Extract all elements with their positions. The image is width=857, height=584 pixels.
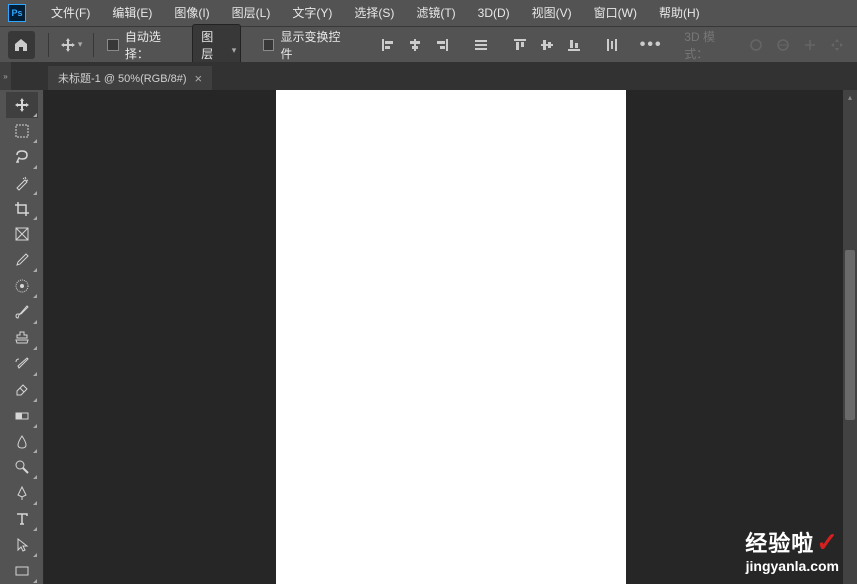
vertical-scrollbar[interactable]: ▴ [843,90,857,584]
layer-dropdown[interactable]: 图层 [192,24,241,66]
options-bar: ▾ 自动选择： 图层 显示变换控件 ••• 3D 模式： [0,26,857,62]
workspace: ▴ [0,90,857,584]
roll-icon [776,38,790,52]
slide-icon [830,38,844,52]
align-bottom-button[interactable] [562,33,585,57]
gradient-tool[interactable] [6,403,38,429]
current-tool-indicator[interactable]: ▾ [56,37,87,53]
tool-bar [0,90,44,584]
auto-select-checkbox[interactable]: 自动选择： [101,28,188,62]
menu-3d[interactable]: 3D(D) [467,0,521,26]
3d-slide-button [826,33,849,57]
show-transform-checkbox[interactable]: 显示变换控件 [257,28,355,62]
scroll-up-button[interactable]: ▴ [843,90,857,104]
ellipsis-icon: ••• [640,36,663,54]
checkbox-box [107,39,119,51]
3d-roll-button [772,33,795,57]
type-tool[interactable] [6,506,38,532]
3d-orbit-button [745,33,768,57]
home-icon [13,37,29,53]
brush-tool[interactable] [6,299,38,325]
document-canvas[interactable] [276,90,626,584]
rectangle-tool[interactable] [6,558,38,584]
align-center-h-button[interactable] [404,33,427,57]
eraser-tool[interactable] [6,377,38,403]
pan-icon [803,38,817,52]
magic-wand-tool[interactable] [6,170,38,196]
menu-layer[interactable]: 图层(L) [221,0,282,26]
distribute-icon [474,38,488,52]
menu-select[interactable]: 选择(S) [343,0,405,26]
blur-tool[interactable] [6,429,38,455]
align-center-h-icon [408,38,422,52]
frame-tool[interactable] [6,221,38,247]
crop-tool[interactable] [6,196,38,222]
menu-edit[interactable]: 编辑(E) [101,0,163,26]
canvas-area[interactable]: ▴ [44,90,857,584]
orbit-icon [749,38,763,52]
marquee-tool[interactable] [6,118,38,144]
distribute-button[interactable] [470,33,493,57]
move-tool[interactable] [6,92,38,118]
align-top-icon [513,38,527,52]
pen-tool[interactable] [6,480,38,506]
expand-panels-button[interactable]: » [0,62,11,90]
show-transform-label: 显示变换控件 [280,28,349,62]
divider [48,33,49,57]
menu-bar: Ps 文件(F) 编辑(E) 图像(I) 图层(L) 文字(Y) 选择(S) 滤… [0,0,857,26]
menu-filter[interactable]: 滤镜(T) [405,0,466,26]
tab-title: 未标题-1 @ 50%(RGB/8#) [58,70,187,86]
spot-healing-tool[interactable] [6,273,38,299]
eyedropper-tool[interactable] [6,247,38,273]
menu-image[interactable]: 图像(I) [163,0,220,26]
distribute-v-button[interactable] [601,33,624,57]
app-logo: Ps [8,4,26,22]
document-tab[interactable]: 未标题-1 @ 50%(RGB/8#) × [48,66,212,90]
clone-stamp-tool[interactable] [6,325,38,351]
menu-file[interactable]: 文件(F) [40,0,101,26]
align-left-button[interactable] [377,33,400,57]
align-left-icon [381,38,395,52]
menu-help[interactable]: 帮助(H) [648,0,711,26]
lasso-tool[interactable] [6,144,38,170]
3d-pan-button [799,33,822,57]
checkbox-box [263,39,275,51]
scroll-thumb[interactable] [845,250,855,420]
align-center-v-icon [540,38,554,52]
align-right-icon [435,38,449,52]
path-selection-tool[interactable] [6,532,38,558]
more-options-button[interactable]: ••• [640,33,663,57]
menu-view[interactable]: 视图(V) [521,0,583,26]
align-right-button[interactable] [431,33,454,57]
auto-select-label: 自动选择： [125,28,182,62]
distribute-v-icon [605,38,619,52]
tab-close-button[interactable]: × [195,71,203,86]
align-center-v-button[interactable] [535,33,558,57]
menu-type[interactable]: 文字(Y) [281,0,343,26]
3d-mode-label: 3D 模式： [680,28,740,62]
align-top-button[interactable] [508,33,531,57]
dodge-tool[interactable] [6,454,38,480]
align-bottom-icon [567,38,581,52]
menu-window[interactable]: 窗口(W) [583,0,648,26]
divider [93,33,94,57]
home-button[interactable] [8,31,35,59]
document-tab-bar: » 未标题-1 @ 50%(RGB/8#) × [0,62,857,90]
history-brush-tool[interactable] [6,351,38,377]
move-icon [60,37,76,53]
